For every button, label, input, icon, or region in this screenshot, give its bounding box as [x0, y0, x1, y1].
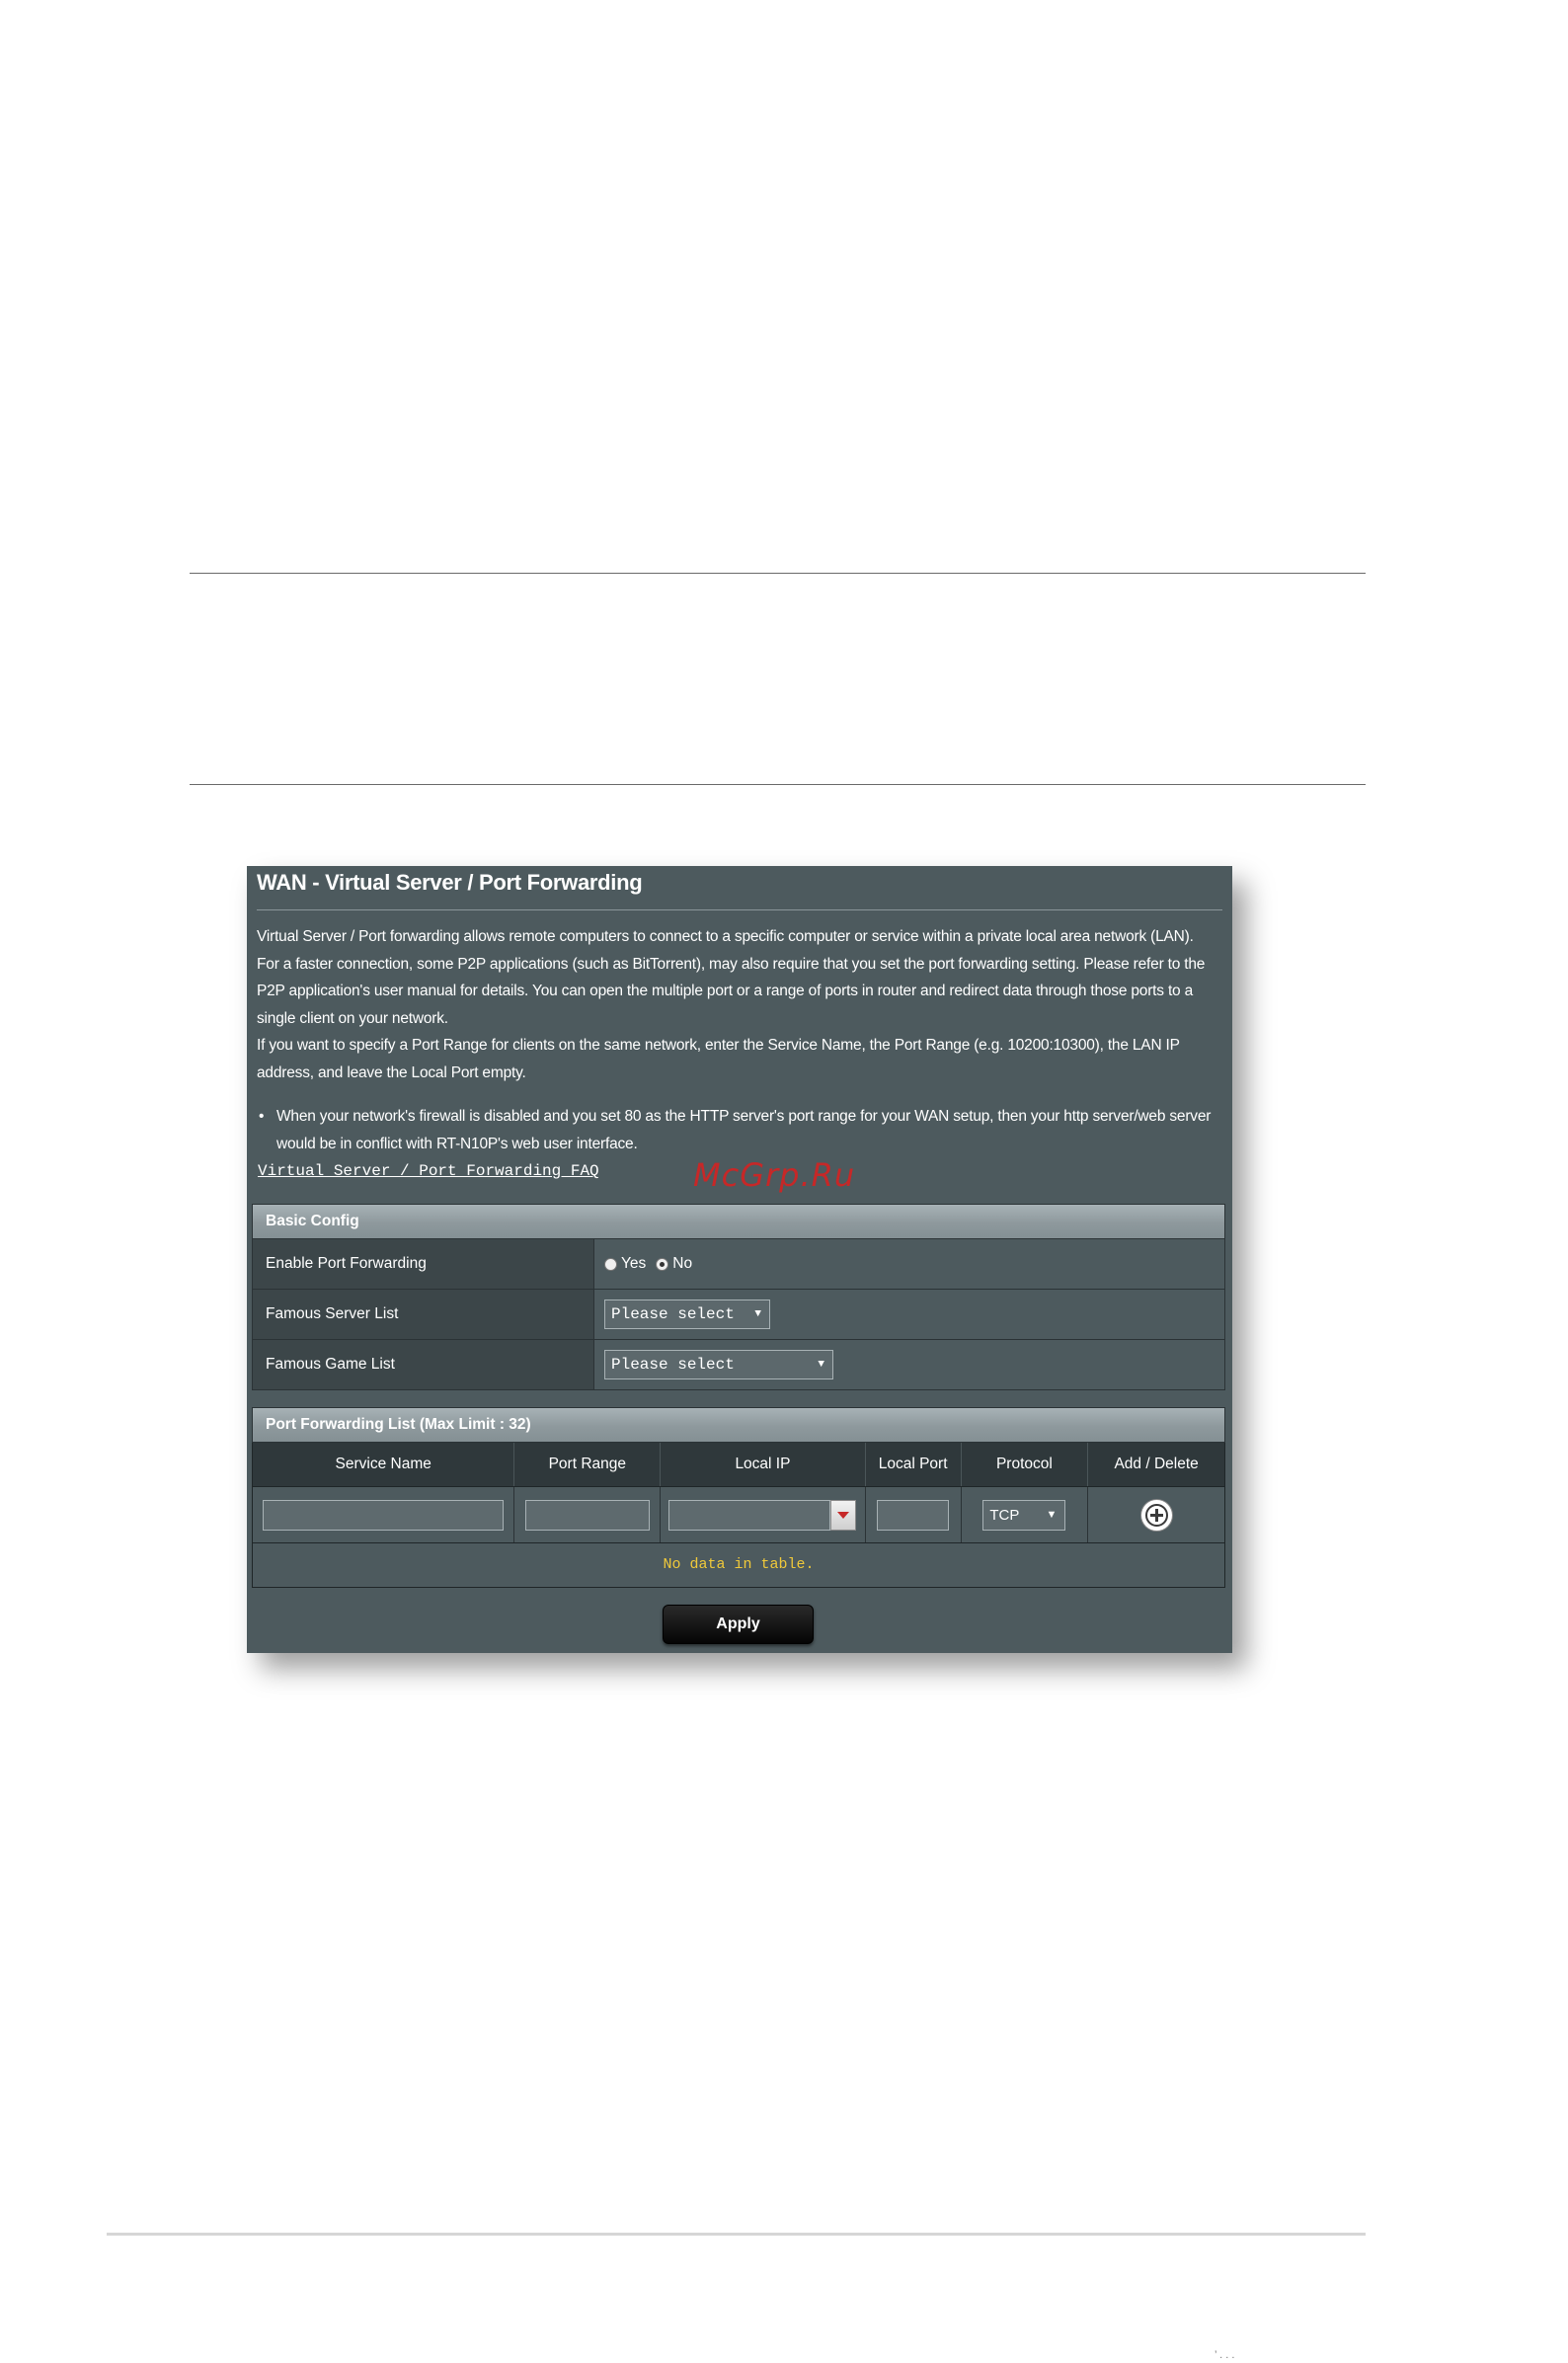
- famous-game-field: Please select ▼: [604, 1340, 833, 1389]
- protocol-select-value: TCP: [989, 1506, 1020, 1524]
- protocol-select[interactable]: TCP ▼: [982, 1499, 1066, 1531]
- column-service-name: Service Name: [253, 1443, 515, 1486]
- local-port-input[interactable]: [877, 1499, 950, 1531]
- famous-server-select-value: Please select: [611, 1305, 735, 1323]
- column-protocol: Protocol: [962, 1443, 1089, 1486]
- famous-server-field: Please select ▼: [604, 1290, 770, 1339]
- column-add-delete: Add / Delete: [1114, 1456, 1199, 1472]
- add-icon[interactable]: [1140, 1499, 1172, 1531]
- local-ip-input[interactable]: [668, 1499, 831, 1531]
- famous-server-label: Famous Server List: [253, 1290, 594, 1339]
- port-range-cell: [514, 1487, 662, 1542]
- bullet-icon: •: [259, 1108, 265, 1125]
- description-paragraph-1: Virtual Server / Port forwarding allows …: [257, 928, 1206, 1027]
- description: Virtual Server / Port forwarding allows …: [257, 923, 1219, 1086]
- protocol-cell: TCP ▼: [962, 1487, 1089, 1542]
- title-divider: [257, 909, 1222, 910]
- enable-port-forwarding-row: Enable Port Forwarding Yes No: [252, 1239, 1225, 1290]
- empty-table-message: No data in table.: [252, 1543, 1225, 1588]
- top-divider: [190, 573, 1366, 574]
- add-delete-cell: [1088, 1487, 1224, 1542]
- local-ip-cell: [661, 1487, 866, 1542]
- faq-link[interactable]: Virtual Server / Port Forwarding FAQ: [258, 1162, 599, 1180]
- table-input-row: TCP ▼: [252, 1487, 1225, 1543]
- column-port-range: Port Range: [514, 1443, 662, 1486]
- famous-server-select[interactable]: Please select ▼: [604, 1300, 770, 1329]
- local-ip-combobox[interactable]: [668, 1499, 857, 1531]
- famous-game-select-value: Please select: [611, 1356, 735, 1374]
- footer-text: ’ . . .: [1215, 2349, 1235, 2361]
- service-name-input[interactable]: [263, 1499, 505, 1531]
- famous-game-label: Famous Game List: [253, 1340, 594, 1389]
- radio-no[interactable]: [656, 1257, 669, 1271]
- warning-note: • When your network's firewall is disabl…: [257, 1103, 1219, 1157]
- radio-no-label[interactable]: No: [672, 1255, 692, 1273]
- port-forwarding-list-header: Port Forwarding List (Max Limit : 32): [252, 1407, 1225, 1443]
- footer-divider: [107, 2233, 1366, 2236]
- port-range-input[interactable]: [524, 1499, 650, 1531]
- famous-game-select[interactable]: Please select ▼: [604, 1350, 833, 1379]
- page-title: WAN - Virtual Server / Port Forwarding: [257, 870, 643, 895]
- chevron-down-icon: ▼: [818, 1359, 824, 1371]
- radio-yes-label[interactable]: Yes: [621, 1255, 646, 1273]
- watermark: McGrp.Ru: [693, 1156, 856, 1194]
- enable-port-forwarding-label: Enable Port Forwarding: [253, 1239, 594, 1289]
- description-paragraph-2: If you want to specify a Port Range for …: [257, 1037, 1180, 1081]
- apply-button[interactable]: Apply: [663, 1605, 814, 1644]
- chevron-down-icon: ▼: [1046, 1508, 1058, 1521]
- warning-text: When your network's firewall is disabled…: [276, 1108, 1212, 1152]
- second-divider: [190, 784, 1366, 785]
- local-port-cell: [866, 1487, 962, 1542]
- enable-port-forwarding-options: Yes No: [604, 1239, 702, 1289]
- column-local-ip: Local IP: [661, 1443, 866, 1486]
- service-name-cell: [253, 1487, 515, 1542]
- famous-game-row: Famous Game List Please select ▼: [252, 1340, 1225, 1390]
- column-local-port: Local Port: [866, 1443, 962, 1486]
- radio-yes[interactable]: [604, 1257, 617, 1271]
- virtual-server-panel: WAN - Virtual Server / Port Forwarding V…: [247, 866, 1232, 1653]
- chevron-down-icon: ▼: [754, 1308, 761, 1320]
- basic-config-header: Basic Config: [252, 1204, 1225, 1239]
- dropdown-arrow-icon[interactable]: [830, 1499, 857, 1531]
- table-header: Service Name Port Range Local IP Local P…: [252, 1443, 1225, 1487]
- famous-server-row: Famous Server List Please select ▼: [252, 1290, 1225, 1340]
